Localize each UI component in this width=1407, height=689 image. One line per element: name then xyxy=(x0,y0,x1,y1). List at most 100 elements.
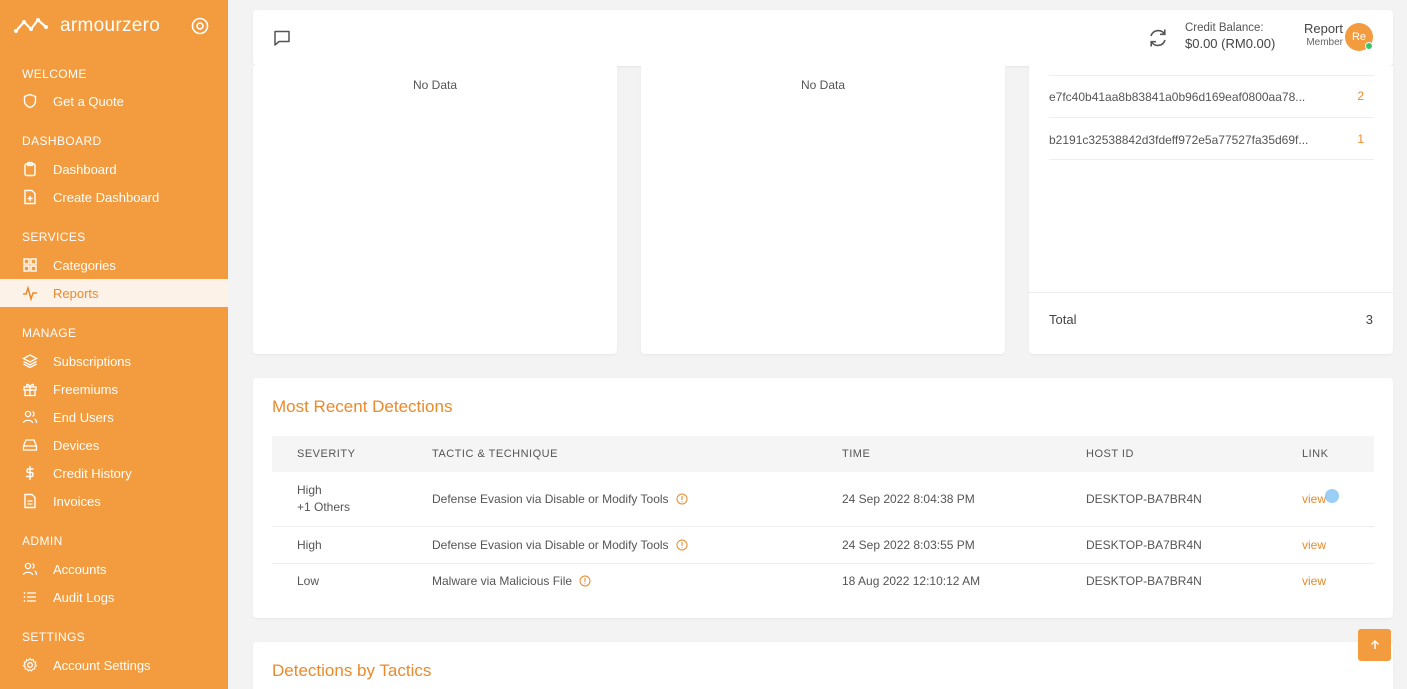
info-icon[interactable] xyxy=(676,539,688,551)
layers-icon xyxy=(22,354,38,369)
brand-name: armourzero xyxy=(60,15,161,36)
divider xyxy=(1029,292,1393,293)
tactic-cell: Malware via Malicious File xyxy=(432,563,842,598)
clipboard-icon xyxy=(24,161,36,177)
sidebar-item-categories[interactable]: Categories xyxy=(0,251,228,279)
list-item[interactable]: e7fc40b41aa8b83841a0b96d169eaf0800aa78..… xyxy=(1049,89,1374,104)
sidebar-item-label: Freemiums xyxy=(53,381,119,397)
sidebar-item-get-a-quote[interactable]: Get a Quote xyxy=(0,87,228,115)
column-header: SEVERITY xyxy=(272,436,432,472)
tactic-cell: Defense Evasion via Disable or Modify To… xyxy=(432,472,842,527)
target-icon[interactable] xyxy=(190,16,210,36)
sidebar-item-accounts[interactable]: Accounts xyxy=(0,555,228,583)
total-value: 3 xyxy=(1365,312,1373,327)
table-row: High +1 Others Defense Evasion via Disab… xyxy=(272,472,1374,527)
host-id: DESKTOP-BA7BR4N xyxy=(1086,526,1302,564)
users-icon xyxy=(22,562,38,576)
file-plus-icon xyxy=(24,189,36,205)
sidebar-item-invoices[interactable]: Invoices xyxy=(0,487,228,515)
table-header-row: SEVERITY TACTIC & TECHNIQUE TIME HOST ID… xyxy=(272,436,1374,472)
sidebar-item-audit-logs[interactable]: Audit Logs xyxy=(0,583,228,611)
column-header: TIME xyxy=(842,436,1086,472)
scroll-to-top-button[interactable] xyxy=(1358,629,1391,661)
credit-balance: Credit Balance: $0.00 (RM0.00) xyxy=(1185,20,1275,52)
sidebar-item-account-settings[interactable]: Account Settings xyxy=(0,651,228,679)
nav-section-manage: MANAGE xyxy=(22,326,77,340)
nav-section-welcome: WELCOME xyxy=(22,67,87,81)
sidebar-item-end-users[interactable]: End Users xyxy=(0,403,228,431)
cursor-indicator xyxy=(1325,489,1339,503)
sidebar-item-label: Create Dashboard xyxy=(53,189,160,205)
info-icon[interactable] xyxy=(579,575,591,587)
sidebar-item-freemiums[interactable]: Freemiums xyxy=(0,375,228,403)
sidebar-item-credit-history[interactable]: Credit History xyxy=(0,459,228,487)
severity: Low xyxy=(297,573,320,588)
top-bar: Credit Balance: $0.00 (RM0.00) Report Me… xyxy=(253,10,1393,66)
divider xyxy=(1049,117,1374,118)
refresh-icon[interactable] xyxy=(1147,27,1169,49)
sidebar-item-create-dashboard[interactable]: Create Dashboard xyxy=(0,183,228,211)
time: 24 Sep 2022 8:04:38 PM xyxy=(842,472,1086,527)
chart-card-1: No Data xyxy=(253,66,617,354)
sidebar-item-label: Account Settings xyxy=(53,657,151,673)
link-cell: view xyxy=(1302,563,1374,598)
sidebar-item-label: Categories xyxy=(53,257,116,273)
tactic: Malware via Malicious File xyxy=(432,573,573,588)
hard-drive-icon xyxy=(22,439,38,451)
severity: High xyxy=(272,526,432,564)
severity-cell: High +1 Others xyxy=(272,472,432,527)
user-info[interactable]: Report Member xyxy=(1293,20,1343,48)
sidebar-item-label: Invoices xyxy=(53,493,101,509)
column-header: HOST ID xyxy=(1086,436,1302,472)
avatar[interactable]: Re xyxy=(1345,23,1373,51)
hash-list-card: e7fc40b41aa8b83841a0b96d169eaf0800aa78..… xyxy=(1029,66,1393,354)
user-name: Report xyxy=(1303,21,1343,36)
chat-icon[interactable] xyxy=(272,28,292,48)
section-title: Most Recent Detections xyxy=(272,397,453,416)
sidebar-item-label: Accounts xyxy=(53,561,107,577)
credit-label: Credit Balance: xyxy=(1185,22,1264,34)
sidebar-item-label: Reports xyxy=(53,285,99,301)
settings-icon xyxy=(22,657,38,672)
nav-section-admin: ADMIN xyxy=(22,534,63,548)
nav-section-dashboard: DASHBOARD xyxy=(22,134,102,148)
tactic-cell: Defense Evasion via Disable or Modify To… xyxy=(432,526,842,564)
brand: armourzero xyxy=(14,12,214,40)
sidebar-item-label: Get a Quote xyxy=(53,93,124,109)
link-cell: view xyxy=(1302,526,1374,564)
section-title: Detections by Tactics xyxy=(272,661,432,680)
file-text-icon xyxy=(24,493,36,509)
view-link[interactable]: view xyxy=(1302,538,1326,552)
hash-count: 1 xyxy=(1357,132,1364,146)
detections-card: Most Recent Detections SEVERITY TACTIC &… xyxy=(253,378,1393,618)
view-link[interactable]: view xyxy=(1302,492,1326,506)
host-id: DESKTOP-BA7BR4N xyxy=(1086,472,1302,527)
time: 24 Sep 2022 8:03:55 PM xyxy=(842,526,1086,564)
sidebar-item-subscriptions[interactable]: Subscriptions xyxy=(0,347,228,375)
sidebar-item-label: Audit Logs xyxy=(53,589,115,605)
sidebar-item-label: Credit History xyxy=(53,465,132,481)
shield-icon xyxy=(23,93,37,109)
divider xyxy=(1049,159,1374,160)
divider xyxy=(1049,75,1374,76)
credit-amount: $0.00 (RM0.00) xyxy=(1185,36,1276,51)
view-link[interactable]: view xyxy=(1302,574,1326,588)
sidebar-item-label: Dashboard xyxy=(53,161,117,177)
info-icon[interactable] xyxy=(676,493,688,505)
nav-section-services: SERVICES xyxy=(22,230,86,244)
gift-icon xyxy=(23,383,37,397)
table-row: High Defense Evasion via Disable or Modi… xyxy=(272,526,1374,564)
no-data-text: No Data xyxy=(800,78,846,92)
sidebar-item-dashboard[interactable]: Dashboard xyxy=(0,155,228,183)
avatar-initials: Re xyxy=(1351,31,1367,43)
sidebar-item-label: Subscriptions xyxy=(53,353,132,369)
total-label: Total xyxy=(1049,312,1077,327)
grid-icon xyxy=(23,258,37,272)
sidebar-item-reports[interactable]: Reports xyxy=(0,279,228,307)
column-header: LINK xyxy=(1302,436,1374,472)
user-role: Member xyxy=(1306,37,1343,48)
list-item[interactable]: b2191c32538842d3fdeff972e5a77527fa35d69f… xyxy=(1049,132,1374,147)
activity-icon xyxy=(23,285,37,301)
arrow-up-icon xyxy=(1370,640,1379,649)
sidebar-item-devices[interactable]: Devices xyxy=(0,431,228,459)
